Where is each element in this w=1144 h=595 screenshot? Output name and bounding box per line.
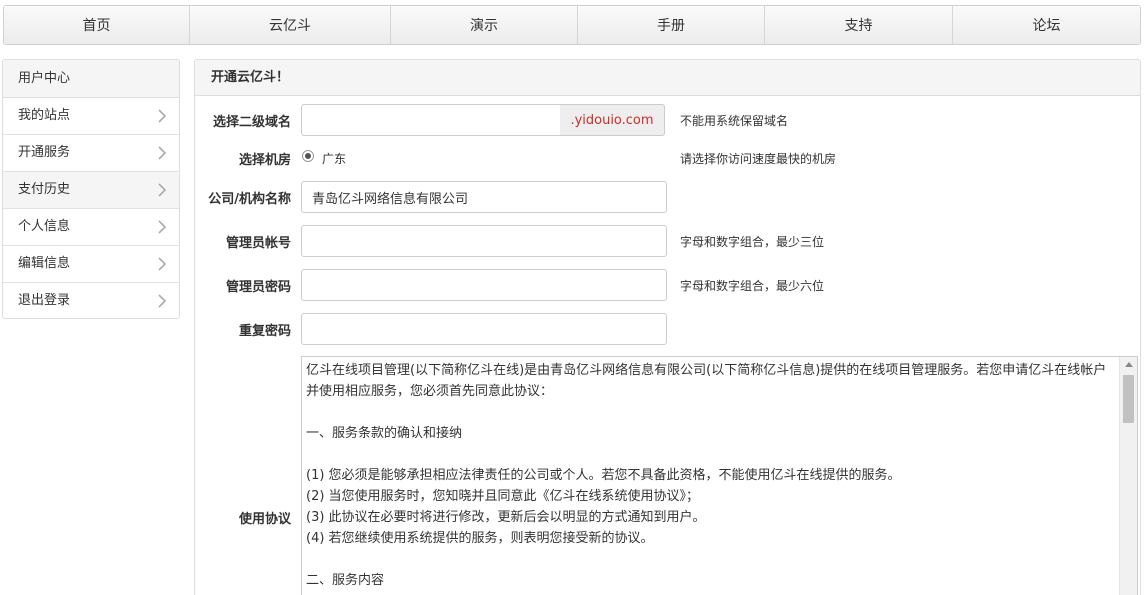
agreement-text: 亿斗在线项目管理(以下简称亿斗在线)是由青岛亿斗网络信息有限公司(以下简称亿斗信… — [302, 357, 1117, 595]
nav-item-forum[interactable]: 论坛 — [953, 6, 1140, 44]
admin-password-input[interactable] — [301, 269, 667, 301]
sidebar-item-label: 个人信息 — [18, 219, 71, 234]
company-input[interactable] — [301, 181, 667, 213]
company-label: 公司/机构名称 — [208, 192, 291, 207]
agreement-line: 一、服务条款的确认和接纳 — [306, 426, 463, 441]
nav-item-home[interactable]: 首页 — [4, 6, 190, 44]
admin-account-label: 管理员帐号 — [225, 236, 291, 251]
sidebar-item-label: 支付历史 — [18, 182, 71, 197]
sidebar-item-label: 编辑信息 — [18, 256, 71, 271]
agreement-line: 二、服务内容 — [306, 573, 385, 588]
nav-item-support[interactable]: 支持 — [765, 6, 953, 44]
panel-title: 开通云亿斗！ — [195, 60, 1140, 96]
sidebar-item-payment-history[interactable]: 支付历史 — [3, 172, 179, 209]
repeat-password-input[interactable] — [301, 313, 667, 345]
sidebar-header: 用户中心 — [3, 60, 179, 98]
sidebar-item-my-sites[interactable]: 我的站点 — [3, 98, 179, 135]
subdomain-label: 选择二级域名 — [212, 115, 291, 130]
admin-account-hint: 字母和数字组合，最少三位 — [680, 235, 825, 249]
datacenter-radio[interactable] — [302, 150, 314, 162]
agreement-line: (3) 此协议在必要时将进行修改，更新后会以明显的方式通知到用户。 — [306, 510, 706, 525]
sidebar-item-label: 我的站点 — [18, 108, 71, 123]
domain-suffix: .yidouio.com — [560, 104, 665, 136]
sidebar-item-personal-info[interactable]: 个人信息 — [3, 209, 179, 246]
agreement-line: (4) 若您继续使用系统提供的服务，则表明您接受新的协议。 — [306, 531, 654, 546]
sidebar-item-logout[interactable]: 退出登录 — [3, 283, 179, 318]
datacenter-label: 选择机房 — [238, 153, 291, 168]
agreement-textarea[interactable]: 亿斗在线项目管理(以下简称亿斗在线)是由青岛亿斗网络信息有限公司(以下简称亿斗信… — [301, 356, 1138, 595]
agreement-scrollbar[interactable] — [1119, 357, 1137, 595]
chevron-right-icon — [158, 294, 167, 308]
nav-item-manual[interactable]: 手册 — [578, 6, 765, 44]
admin-password-hint: 字母和数字组合，最少六位 — [680, 279, 825, 293]
chevron-right-icon — [158, 146, 167, 160]
nav-item-cloud[interactable]: 云亿斗 — [190, 6, 391, 44]
agreement-line: 亿斗在线项目管理(以下简称亿斗在线)是由青岛亿斗网络信息有限公司(以下简称亿斗信… — [306, 363, 1107, 399]
agreement-line: (1) 您必须是能够承担相应法律责任的公司或个人。若您不具备此资格，不能使用亿斗… — [306, 468, 901, 483]
admin-account-input[interactable] — [301, 225, 667, 257]
repeat-password-label: 重复密码 — [238, 324, 291, 339]
top-nav: 首页 云亿斗 演示 手册 支持 论坛 — [3, 5, 1141, 45]
chevron-right-icon — [158, 257, 167, 271]
admin-password-label: 管理员密码 — [225, 280, 291, 295]
sidebar-item-edit-info[interactable]: 编辑信息 — [3, 246, 179, 283]
subdomain-hint: 不能用系统保留域名 — [680, 114, 789, 128]
chevron-right-icon — [158, 109, 167, 123]
sidebar-item-label: 开通服务 — [18, 145, 71, 160]
scrollbar-thumb[interactable] — [1123, 375, 1134, 423]
subdomain-input[interactable] — [301, 104, 561, 136]
datacenter-hint: 请选择你访问速度最快的机房 — [680, 152, 837, 166]
sidebar-item-label: 退出登录 — [18, 293, 71, 308]
agreement-line — [306, 402, 1113, 423]
agreement-label: 使用协议 — [238, 512, 291, 527]
agreement-line: (2) 当您使用服务时，您知晓并且同意此《亿斗在线系统使用协议》； — [306, 489, 700, 504]
sidebar-item-open-service[interactable]: 开通服务 — [3, 135, 179, 172]
chevron-right-icon — [158, 183, 167, 197]
agreement-line — [306, 549, 1113, 570]
signup-panel: 开通云亿斗！ 选择二级域名 .yidouio.com 不能用系统保留域名 选择机… — [194, 59, 1141, 595]
nav-item-demo[interactable]: 演示 — [391, 6, 578, 44]
scroll-up-arrow-icon[interactable] — [1125, 362, 1133, 367]
chevron-right-icon — [158, 220, 167, 234]
datacenter-option-label: 广东 — [322, 152, 347, 166]
sidebar: 用户中心 我的站点 开通服务 支付历史 个人信息 编辑信息 退出登录 — [2, 59, 180, 319]
agreement-line — [306, 444, 1113, 465]
